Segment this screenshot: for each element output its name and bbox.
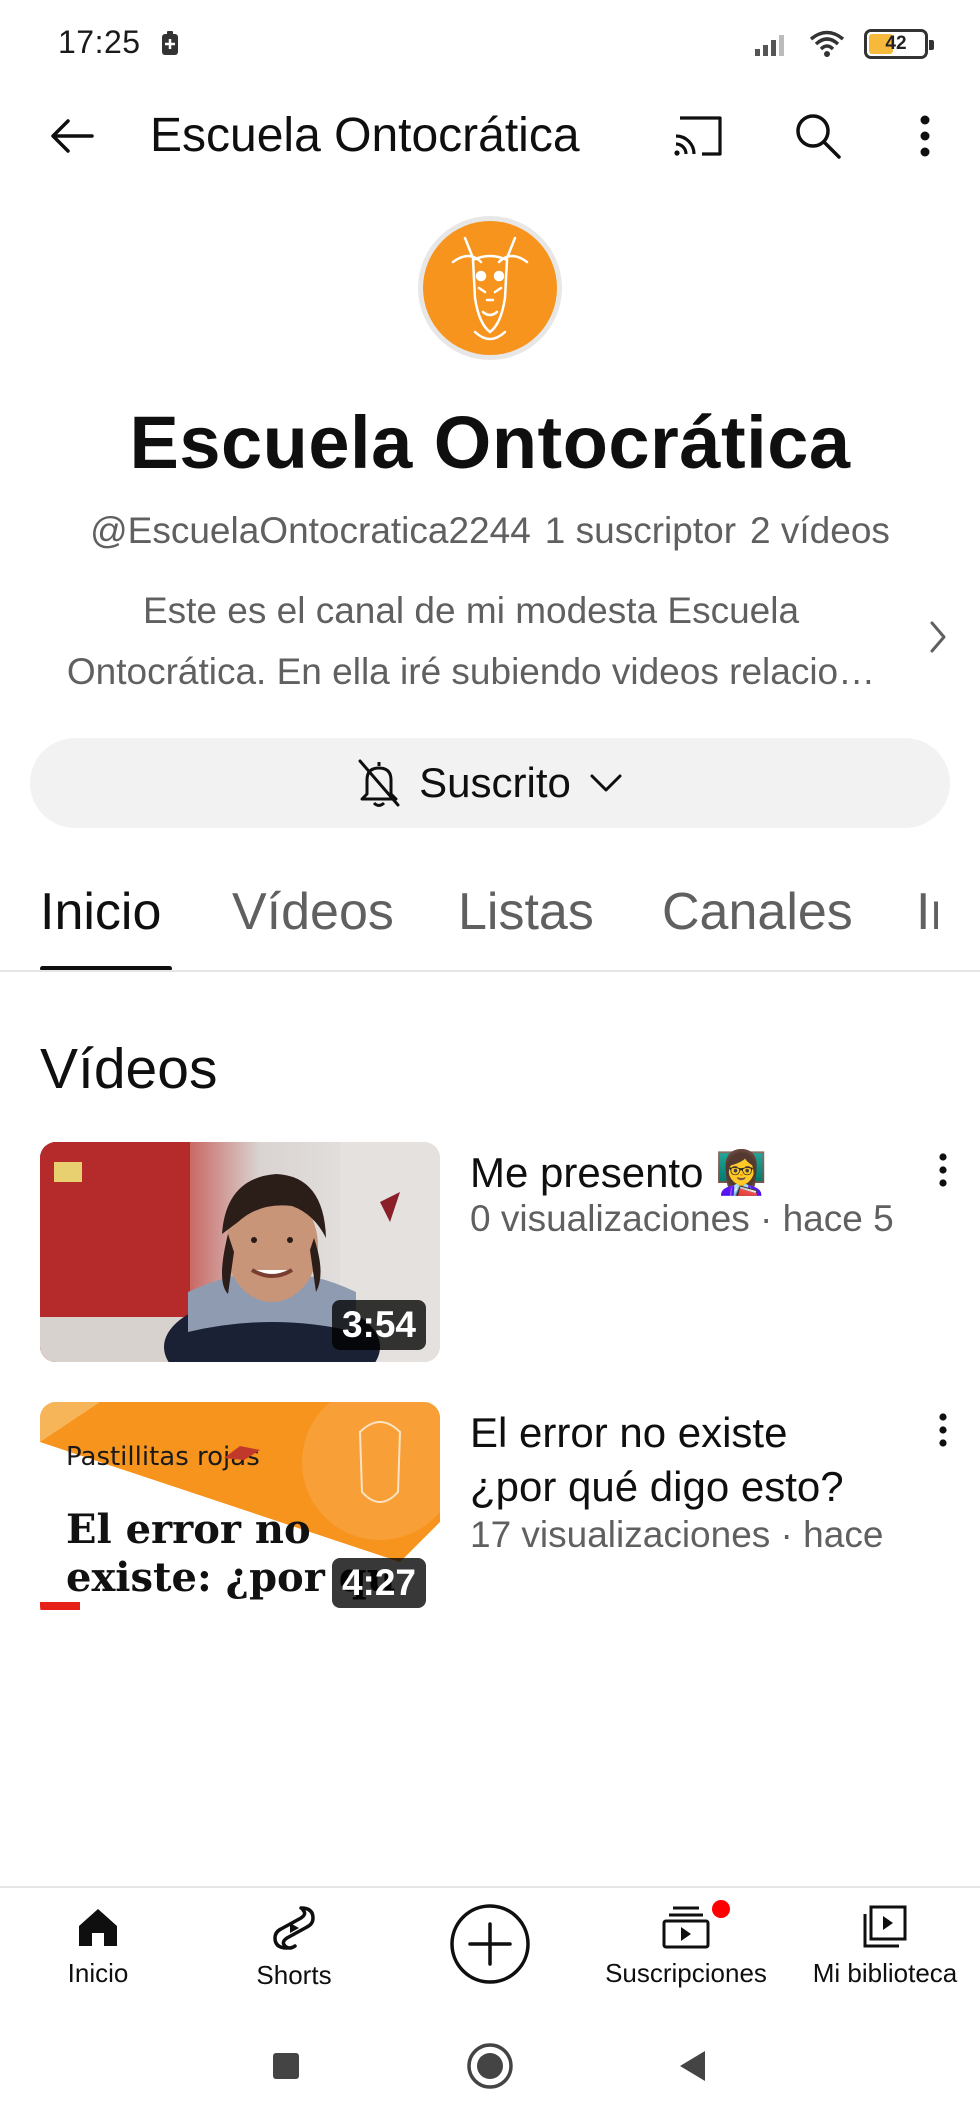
back-button[interactable] — [42, 106, 102, 166]
more-vertical-icon — [939, 1153, 947, 1187]
nav-inicio[interactable]: Inicio — [28, 1888, 168, 2008]
giraffe-icon — [451, 236, 529, 341]
nav-label: Inicio — [67, 1958, 129, 1988]
video-item[interactable]: 3:54 Me presento 👩‍🏫 0 visualizaciones ·… — [0, 1142, 980, 1362]
nav-shorts[interactable]: Shorts — [224, 1888, 364, 2008]
video-meta: 0 visualizaciones · hace 5 — [470, 1198, 894, 1239]
subscriber-count: 1 suscriptor — [544, 510, 737, 551]
signal-icon — [755, 35, 784, 56]
video-action-menu-button[interactable] — [925, 1404, 961, 1456]
nav-label: Suscripciones — [605, 1958, 767, 1988]
back-arrow-icon — [51, 119, 94, 153]
tab-videos[interactable]: Vídeos — [232, 882, 394, 970]
status-icons: 42 — [754, 24, 934, 64]
nav-mi-biblioteca[interactable]: Mi biblioteca — [800, 1888, 970, 2008]
search-icon — [796, 114, 841, 159]
channel-description[interactable]: Este es el canal de mi modesta Escuela O… — [36, 580, 906, 702]
video-title-line-2: ¿por qué digo esto? — [470, 1463, 844, 1510]
nav-suscripciones[interactable]: Suscripciones — [596, 1888, 776, 2008]
status-bar: 17:25 42 — [0, 0, 980, 86]
channel-handle: @EscuelaOntocratica2244 — [90, 510, 531, 551]
description-expand-button[interactable] — [918, 612, 958, 662]
home-circle-icon — [467, 2043, 513, 2089]
system-navigation-bar — [0, 2006, 980, 2123]
chevron-down-icon — [590, 774, 622, 792]
thumbnail-big-text-1: El error no — [66, 1506, 311, 1553]
create-icon — [450, 1904, 530, 1984]
app-bar: Escuela Ontocrática — [0, 86, 980, 206]
status-time: 17:25 — [58, 24, 141, 60]
back-triangle-icon — [680, 2051, 705, 2081]
video-action-menu-button[interactable] — [925, 1144, 961, 1196]
video-title[interactable]: El error no existe ¿por qué digo esto? — [470, 1406, 910, 1514]
home-button[interactable] — [462, 2038, 518, 2094]
battery-level: 42 — [885, 33, 907, 54]
tab-more[interactable]: In — [916, 882, 938, 970]
recents-square-icon — [273, 2053, 299, 2079]
video-title-line-1: El error no existe — [470, 1409, 788, 1456]
description-line-2: Ontocrática. En ella iré subiendo videos… — [66, 651, 876, 692]
tab-inicio[interactable]: Inicio — [40, 882, 161, 970]
channel-tabs: Inicio Vídeos Listas Canales In — [0, 870, 980, 972]
video-duration: 4:27 — [331, 1558, 426, 1608]
cast-button[interactable] — [668, 106, 728, 166]
tab-listas[interactable]: Listas — [458, 882, 594, 970]
subscribed-button[interactable]: Suscrito — [30, 738, 950, 828]
bell-off-icon — [358, 759, 400, 807]
home-icon — [79, 1909, 117, 1946]
pill-icon — [224, 1446, 260, 1460]
bottom-navigation: Inicio Shorts Suscripciones Mi bibliotec… — [0, 1886, 980, 2006]
app-title: Escuela Ontocrática — [150, 109, 580, 162]
battery-saver-icon — [162, 31, 178, 55]
tab-canales[interactable]: Canales — [662, 882, 853, 970]
library-icon — [863, 1905, 907, 1948]
channel-meta: @EscuelaOntocratica2244 1 suscriptor 2 víd… — [0, 510, 980, 552]
channel-name: Escuela Ontocrática — [129, 401, 851, 484]
giraffe-logo — [423, 221, 557, 355]
shorts-icon — [273, 1906, 315, 1950]
cast-icon — [674, 116, 722, 156]
nav-label: Mi biblioteca — [812, 1958, 958, 1988]
video-item[interactable]: Pastillitas rojas El error no existe: ¿p… — [0, 1402, 980, 1622]
video-count: 2 vídeos — [750, 510, 890, 551]
search-button[interactable] — [788, 106, 848, 166]
wifi-icon — [809, 30, 845, 57]
channel-avatar[interactable] — [418, 216, 562, 360]
recents-button[interactable] — [258, 2038, 314, 2094]
more-options-button[interactable] — [900, 106, 950, 166]
active-tab-indicator — [40, 966, 172, 970]
chevron-right-icon — [930, 621, 946, 653]
section-title-videos: Vídeos — [40, 1037, 218, 1101]
back-system-button[interactable] — [664, 2038, 720, 2094]
more-vertical-icon — [939, 1413, 947, 1447]
description-line-1: Este es el canal de mi modesta Escuela — [142, 590, 800, 631]
nav-label: Shorts — [256, 1960, 332, 1990]
video-thumbnail[interactable]: Pastillitas rojas El error no existe: ¿p… — [40, 1402, 440, 1622]
more-vertical-icon — [920, 115, 930, 157]
notification-dot — [712, 1900, 730, 1918]
subscribed-label: Suscrito — [419, 759, 571, 806]
battery-icon: 42 — [864, 29, 934, 59]
subscriptions-icon — [662, 1906, 710, 1949]
nav-create[interactable] — [440, 1888, 540, 2008]
video-meta: 17 visualizaciones · hace — [470, 1514, 884, 1555]
video-thumbnail[interactable]: 3:54 — [40, 1142, 440, 1362]
video-title[interactable]: Me presento 👩‍🏫 — [470, 1146, 910, 1200]
video-duration: 3:54 — [331, 1300, 426, 1350]
